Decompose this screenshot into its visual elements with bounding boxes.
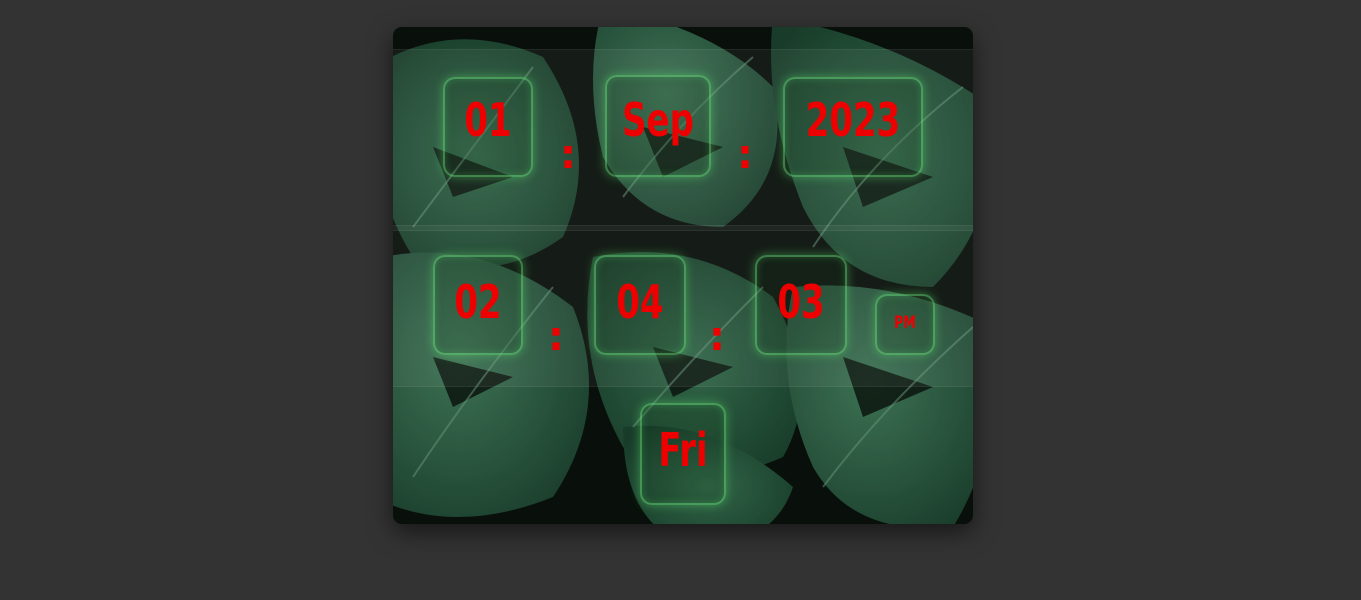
time-separator-2: : — [709, 314, 725, 360]
meridiem-value: PM — [894, 313, 916, 333]
day-value: 01 — [464, 93, 512, 147]
time-separator-1: : — [548, 314, 564, 360]
clock-widget: 01 : Sep : 2023 02 : 04 : 03 PM Fri — [393, 27, 973, 524]
weekday-value: Fri — [658, 423, 708, 477]
minutes-value: 04 — [616, 275, 664, 329]
year-value: 2023 — [805, 93, 901, 147]
month-value: Sep — [622, 93, 694, 147]
date-separator-1: : — [560, 132, 576, 178]
date-separator-2: : — [737, 132, 753, 178]
hours-value: 02 — [454, 275, 502, 329]
seconds-value: 03 — [777, 275, 825, 329]
